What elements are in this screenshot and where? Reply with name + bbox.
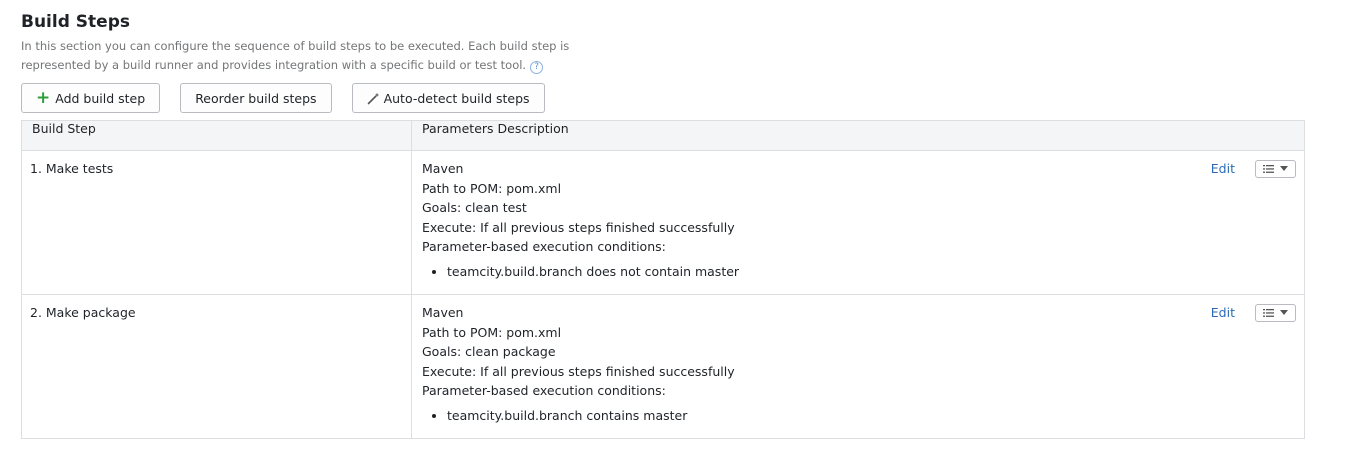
reorder-build-steps-button[interactable]: Reorder build steps	[180, 83, 332, 113]
list-item: teamcity.build.branch contains master	[447, 406, 1296, 426]
description-text: In this section you can configure the se…	[21, 39, 570, 72]
conditions-list: teamcity.build.branch contains master	[422, 406, 1296, 426]
section-description: In this section you can configure the se…	[21, 37, 641, 75]
magic-wand-icon	[367, 92, 380, 105]
edit-step-link[interactable]: Edit	[1211, 303, 1235, 323]
auto-detect-build-steps-button[interactable]: Auto-detect build steps	[351, 83, 545, 113]
chevron-down-icon	[1280, 166, 1288, 172]
pom-path: Path to POM: pom.xml	[422, 324, 562, 340]
column-header-parameters: Parameters Description	[411, 120, 1305, 151]
step-name-cell: 2. Make package	[21, 293, 412, 439]
conditions-label: Parameter-based execution conditions:	[422, 383, 666, 399]
runner-type: Maven	[422, 161, 464, 176]
step-name-cell: 1. Make tests	[21, 150, 412, 295]
column-header-build-step: Build Step	[21, 120, 412, 151]
list-item: teamcity.build.branch does not contain m…	[447, 262, 1296, 282]
help-icon[interactable]: ?	[530, 61, 544, 74]
table-row: 1. Make tests Maven Path to POM: pom.xml…	[21, 150, 1305, 295]
list-icon	[1263, 164, 1274, 173]
parameters-cell: Maven Path to POM: pom.xml Goals: clean …	[411, 150, 1305, 295]
toolbar: + Add build step Reorder build steps Aut…	[21, 83, 1349, 113]
edit-step-link[interactable]: Edit	[1211, 159, 1235, 179]
plus-icon: +	[36, 87, 51, 108]
parameters-cell: Maven Path to POM: pom.xml Goals: clean …	[411, 293, 1305, 439]
step-actions-menu-button[interactable]	[1255, 159, 1296, 178]
build-steps-table: Build Step Parameters Description 1. Mak…	[21, 120, 1305, 439]
execute-policy: Execute: If all previous steps finished …	[422, 363, 735, 379]
table-header-row: Build Step Parameters Description	[21, 120, 1305, 151]
page-title: Build Steps	[21, 12, 130, 32]
runner-type: Maven	[422, 304, 464, 320]
auto-detect-label: Auto-detect build steps	[383, 90, 530, 106]
step-actions-menu-button[interactable]	[1255, 303, 1296, 322]
conditions-list: teamcity.build.branch does not contain m…	[422, 262, 1296, 282]
chevron-down-icon	[1280, 310, 1288, 316]
row-actions: Edit	[1211, 159, 1296, 179]
goals: Goals: clean package	[422, 344, 556, 360]
add-build-step-button[interactable]: + Add build step	[21, 83, 161, 113]
row-actions: Edit	[1211, 303, 1296, 323]
table-row: 2. Make package Maven Path to POM: pom.x…	[21, 293, 1305, 439]
conditions-label: Parameter-based execution conditions:	[422, 239, 666, 255]
list-icon	[1263, 308, 1274, 317]
goals: Goals: clean test	[422, 200, 527, 216]
add-build-step-label: Add build step	[55, 90, 146, 106]
pom-path: Path to POM: pom.xml	[422, 180, 562, 196]
execute-policy: Execute: If all previous steps finished …	[422, 219, 735, 235]
build-steps-page: Build Steps In this section you can conf…	[0, 0, 1349, 439]
